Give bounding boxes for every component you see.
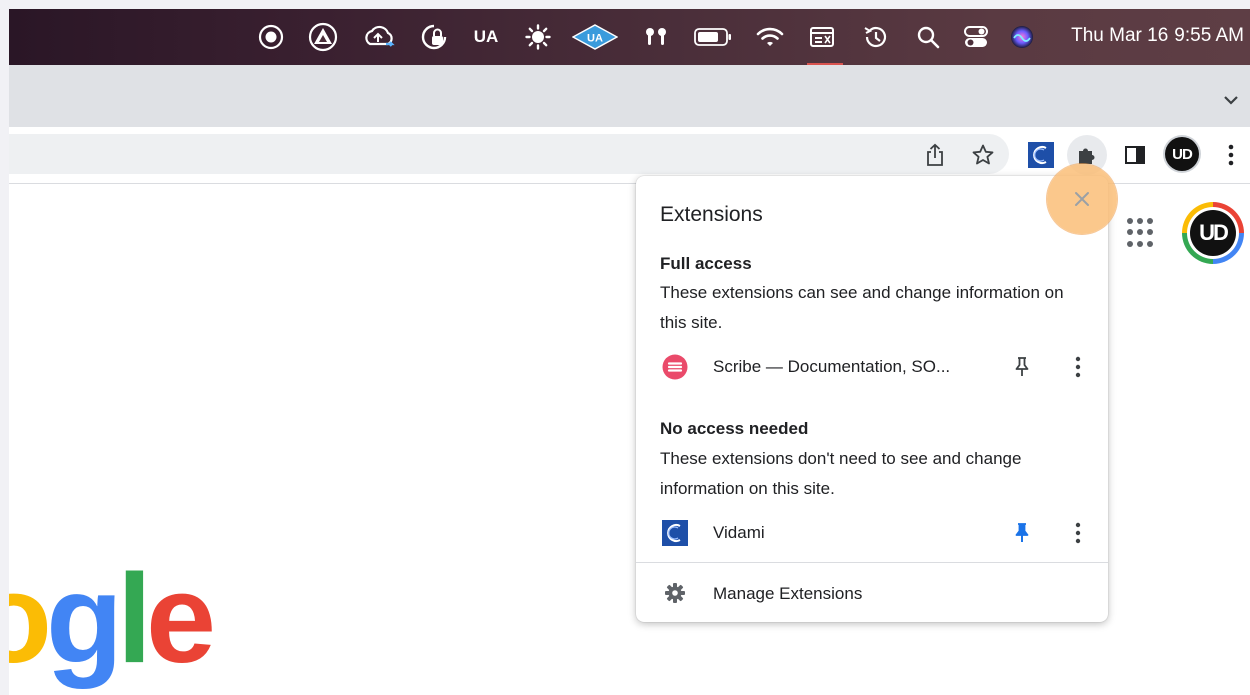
ua-diamond-icon[interactable]: UA	[571, 23, 619, 51]
manage-extensions-button[interactable]: Manage Extensions	[636, 572, 1108, 616]
google-apps-icon[interactable]	[1127, 218, 1157, 248]
google-account-avatar-text: UD	[1190, 210, 1236, 256]
ua-icon[interactable]: UA	[471, 23, 501, 51]
time-machine-icon[interactable]	[861, 23, 891, 51]
extensions-popup: Extensions Full access These extensions …	[636, 176, 1108, 622]
triangle-app-icon[interactable]	[307, 22, 339, 52]
popup-title: Extensions	[660, 203, 763, 226]
pin-filled-icon[interactable]	[1010, 520, 1034, 546]
google-account-avatar[interactable]: UD	[1182, 202, 1244, 264]
extension-more-icon[interactable]	[1068, 354, 1088, 380]
extension-name: Scribe — Documentation, SO...	[713, 357, 951, 376]
vidami-icon	[662, 520, 688, 546]
profile-avatar[interactable]: UD	[1165, 137, 1199, 171]
tab-search-chevron-icon[interactable]	[1222, 91, 1240, 109]
airpods-icon[interactable]	[641, 23, 671, 51]
popup-divider	[636, 562, 1108, 563]
share-icon[interactable]	[921, 141, 949, 169]
gear-icon	[664, 582, 686, 604]
extension-row-vidami[interactable]: Vidami	[636, 512, 1108, 556]
macos-menu-bar: UA UA Thu Mar 16 9:55 AM	[9, 9, 1250, 65]
menu-bar-time: 9:55 AM	[1174, 25, 1244, 46]
logo-letter-o: o	[9, 548, 52, 689]
google-logo: ogle	[9, 556, 216, 682]
wifi-icon[interactable]	[755, 23, 785, 51]
display-icon[interactable]	[807, 23, 837, 51]
pin-icon[interactable]	[1010, 354, 1034, 380]
no-access-heading: No access needed	[660, 419, 809, 438]
full-access-heading: Full access	[660, 254, 752, 273]
popup-close-button[interactable]	[1047, 164, 1117, 234]
control-center-icon[interactable]	[961, 23, 991, 51]
battery-icon[interactable]	[693, 23, 733, 51]
logo-letter-e: e	[145, 548, 216, 689]
no-access-description: These extensions don't need to see and c…	[660, 449, 1022, 498]
logo-letter-l: l	[116, 548, 152, 689]
svg-text:UA: UA	[587, 33, 603, 45]
close-icon	[1075, 192, 1089, 206]
vidami-extension-icon[interactable]	[1027, 141, 1055, 169]
menu-bar-clock[interactable]: Thu Mar 16 9:55 AM	[1071, 25, 1244, 47]
ua-label: UA	[473, 27, 499, 46]
brightness-icon[interactable]	[523, 23, 553, 51]
siri-icon[interactable]	[1007, 23, 1037, 51]
record-icon[interactable]	[257, 23, 285, 51]
tab-strip	[9, 65, 1250, 127]
side-panel-icon[interactable]	[1121, 141, 1149, 169]
extension-row-scribe[interactable]: Scribe — Documentation, SO...	[636, 346, 1108, 390]
extension-name: Vidami	[713, 523, 765, 542]
extension-more-icon[interactable]	[1068, 520, 1088, 546]
search-icon[interactable]	[913, 23, 943, 51]
cloud-sync-icon[interactable]	[361, 23, 397, 51]
full-access-description: These extensions can see and change info…	[660, 283, 1064, 332]
bookmark-star-icon[interactable]	[969, 141, 997, 169]
logo-letter-g: g	[45, 548, 123, 689]
profile-avatar-text: UD	[1172, 145, 1193, 163]
browser-menu-icon[interactable]	[1217, 141, 1245, 169]
manage-extensions-label: Manage Extensions	[713, 584, 863, 603]
scribe-icon	[662, 354, 688, 380]
screen: UA UA Thu Mar 16 9:55 AM UD UD gle Exten…	[9, 9, 1250, 695]
menu-bar-date: Thu Mar 16	[1071, 25, 1169, 46]
lock-dial-icon[interactable]	[419, 23, 449, 51]
address-bar[interactable]	[9, 134, 1009, 174]
